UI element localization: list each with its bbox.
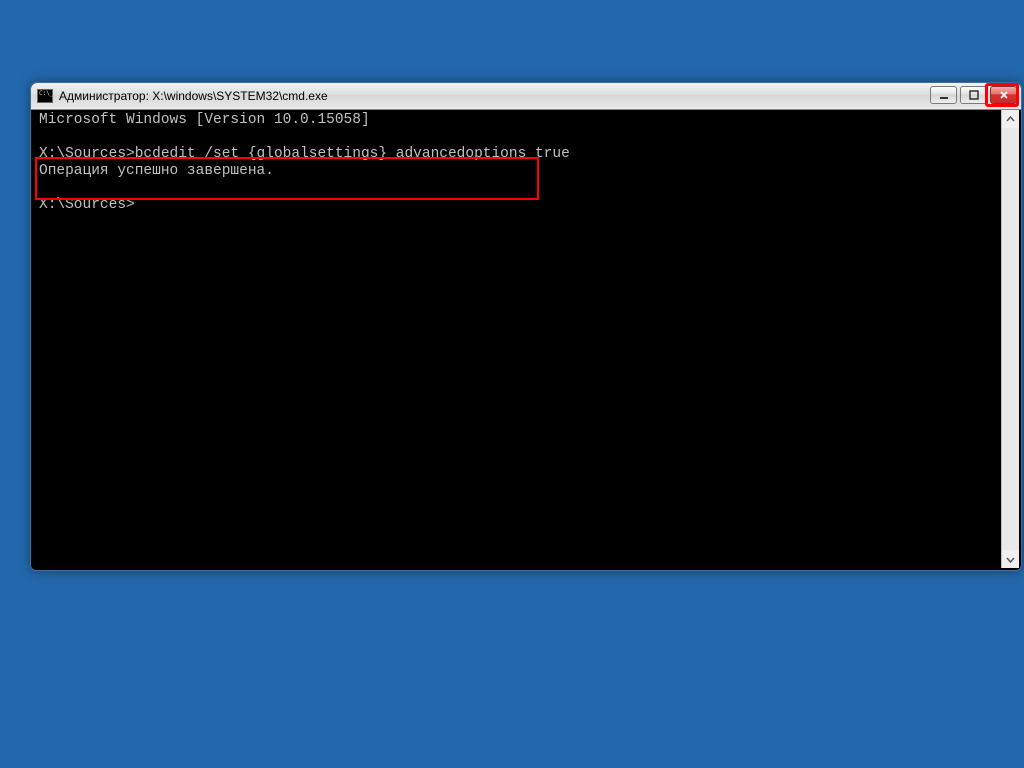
prompt: X:\Sources> [39, 146, 135, 162]
maximize-icon [969, 90, 979, 100]
chevron-up-icon [1006, 115, 1015, 124]
cmd-icon [37, 89, 53, 103]
scroll-up-button[interactable] [1002, 110, 1019, 128]
scroll-down-button[interactable] [1002, 550, 1019, 568]
scroll-track[interactable] [1002, 128, 1019, 550]
titlebar[interactable]: Администратор: X:\windows\SYSTEM32\cmd.e… [31, 83, 1021, 110]
window-controls [930, 86, 1017, 104]
result-text: Операция успешно завершена. [39, 163, 274, 179]
cmd-window: Администратор: X:\windows\SYSTEM32\cmd.e… [30, 82, 1022, 571]
scrollbar-vertical[interactable] [1001, 110, 1019, 568]
chevron-down-icon [1006, 555, 1015, 564]
window-title: Администратор: X:\windows\SYSTEM32\cmd.e… [59, 89, 328, 103]
close-button[interactable] [990, 86, 1017, 104]
minimize-icon [939, 90, 949, 100]
terminal-output[interactable]: Microsoft Windows [Version 10.0.15058] X… [33, 110, 1001, 568]
command-text: bcdedit /set {globalsettings} advancedop… [135, 146, 570, 162]
maximize-button[interactable] [960, 86, 987, 104]
minimize-button[interactable] [930, 86, 957, 104]
prompt: X:\Sources> [39, 197, 135, 213]
terminal-area: Microsoft Windows [Version 10.0.15058] X… [33, 110, 1019, 568]
version-line: Microsoft Windows [Version 10.0.15058] [39, 112, 370, 128]
close-icon [999, 90, 1009, 100]
